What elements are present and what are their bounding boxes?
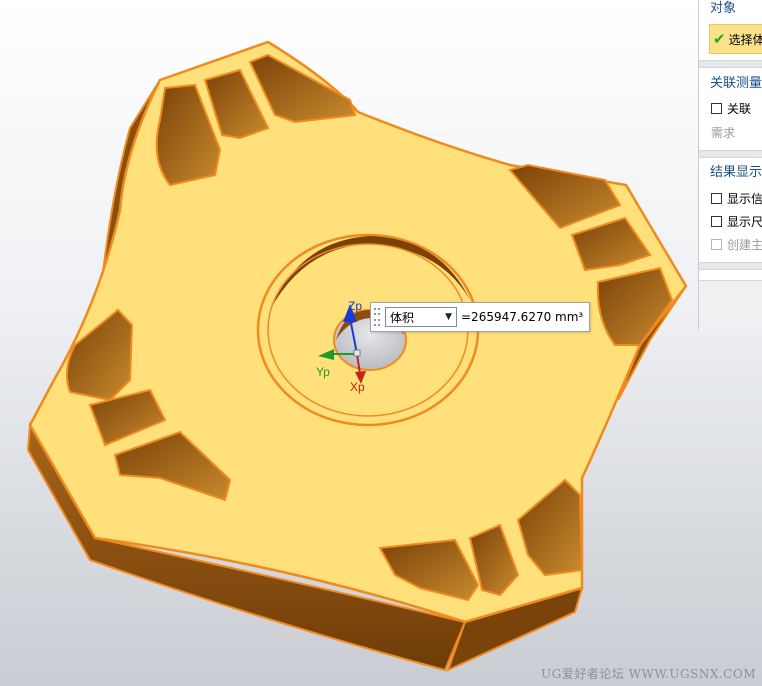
measure-value: =265947.6270 mm³ xyxy=(461,310,584,324)
section-divider xyxy=(699,60,762,68)
show-dims-row[interactable]: 显示尺 xyxy=(711,213,762,230)
z-axis-label: Zp xyxy=(348,299,362,313)
select-body-label: 选择体 xyxy=(728,32,762,47)
show-info-row[interactable]: 显示信 xyxy=(711,190,762,207)
pocket xyxy=(596,266,674,346)
requirement-label: 需求 xyxy=(711,126,736,140)
checkmark-icon: ✔ xyxy=(713,30,726,48)
show-dims-checkbox[interactable] xyxy=(711,216,722,227)
measure-body-dialog: 对象 ✔ 选择体 关联测量 关联 需求 结果显示 显示信 显示尺 创建主 xyxy=(698,0,762,330)
watermark: UG爱好者论坛 WWW.UGSNX.COM xyxy=(541,667,756,681)
dialog-footer xyxy=(699,280,762,330)
section-title-object: 对象 xyxy=(710,1,737,16)
measure-readout[interactable]: 体积 ▼ =265947.6270 mm³ xyxy=(370,302,591,332)
show-info-label: 显示信 xyxy=(727,192,762,206)
x-axis-label: Xp xyxy=(350,380,365,394)
section-title-associative: 关联测量 xyxy=(710,76,762,91)
show-dims-label: 显示尺 xyxy=(727,215,762,229)
chevron-down-icon: ▼ xyxy=(445,312,452,322)
create-main-checkbox xyxy=(711,239,722,250)
associative-label: 关联 xyxy=(727,102,752,116)
create-main-label: 创建主 xyxy=(727,238,762,252)
measure-type-value: 体积 xyxy=(390,310,415,325)
show-info-checkbox[interactable] xyxy=(711,193,722,204)
associative-checkbox-row[interactable]: 关联 xyxy=(711,100,751,117)
section-title-results: 结果显示 xyxy=(710,165,762,180)
section-divider xyxy=(699,150,762,158)
associative-checkbox[interactable] xyxy=(711,103,722,114)
section-divider xyxy=(699,262,762,270)
create-main-row: 创建主 xyxy=(711,236,762,253)
y-axis-label: Yp xyxy=(316,365,330,379)
drag-handle-icon[interactable] xyxy=(373,306,381,328)
triad-origin xyxy=(353,349,361,357)
measure-type-select[interactable]: 体积 ▼ xyxy=(385,307,457,327)
graphics-viewport[interactable]: Zp Yp Xp xyxy=(0,0,762,686)
select-body-button[interactable]: ✔ 选择体 xyxy=(709,24,762,54)
